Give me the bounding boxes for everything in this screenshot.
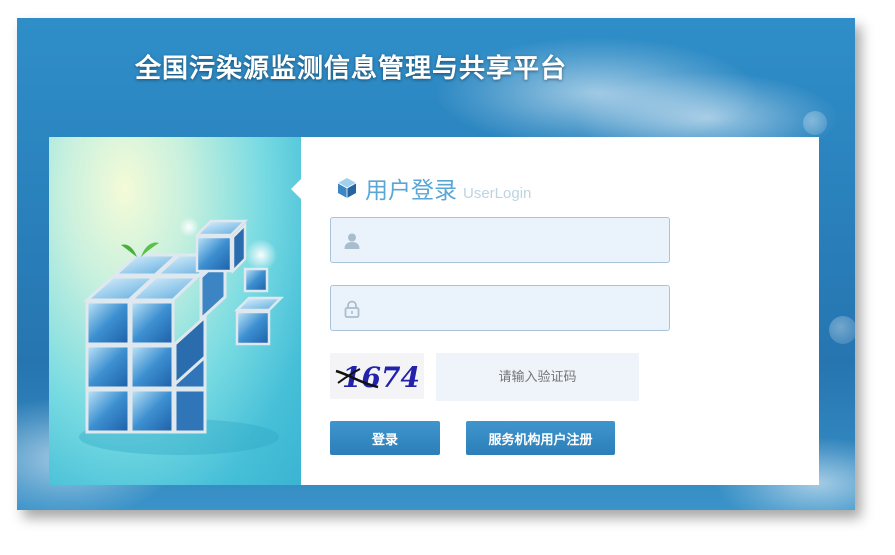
user-icon (344, 233, 360, 249)
login-frame: 全国污染源监测信息管理与共享平台 用户登录 UserLogin 1674 请输入… (17, 18, 855, 510)
username-input[interactable] (371, 218, 665, 264)
captcha-input[interactable] (436, 353, 639, 401)
bg-bubble (803, 111, 827, 135)
password-field[interactable] (330, 285, 670, 332)
login-form: 用户登录 UserLogin 1674 请输入验证码 登录 服务机构用户注册 (291, 137, 819, 485)
lock-icon (344, 300, 360, 318)
rubiks-cube-icon (79, 217, 285, 455)
login-title: 用户登录 (365, 178, 457, 204)
login-heading: 用户登录 UserLogin (337, 171, 531, 205)
cube-illustration (49, 137, 301, 485)
password-input[interactable] (371, 286, 665, 332)
panel-notch (291, 179, 301, 199)
login-panel: 用户登录 UserLogin 1674 请输入验证码 登录 服务机构用户注册 (49, 137, 819, 485)
cube-icon (337, 178, 357, 198)
register-button[interactable]: 服务机构用户注册 (466, 421, 615, 455)
login-button[interactable]: 登录 (330, 421, 440, 455)
bg-bubble (829, 316, 855, 344)
captcha-image[interactable]: 1674 (330, 353, 424, 399)
login-subtitle: UserLogin (463, 185, 532, 202)
username-field[interactable] (330, 217, 670, 264)
site-title: 全国污染源监测信息管理与共享平台 (135, 54, 568, 84)
captcha-graphic: 1674 (335, 361, 420, 394)
